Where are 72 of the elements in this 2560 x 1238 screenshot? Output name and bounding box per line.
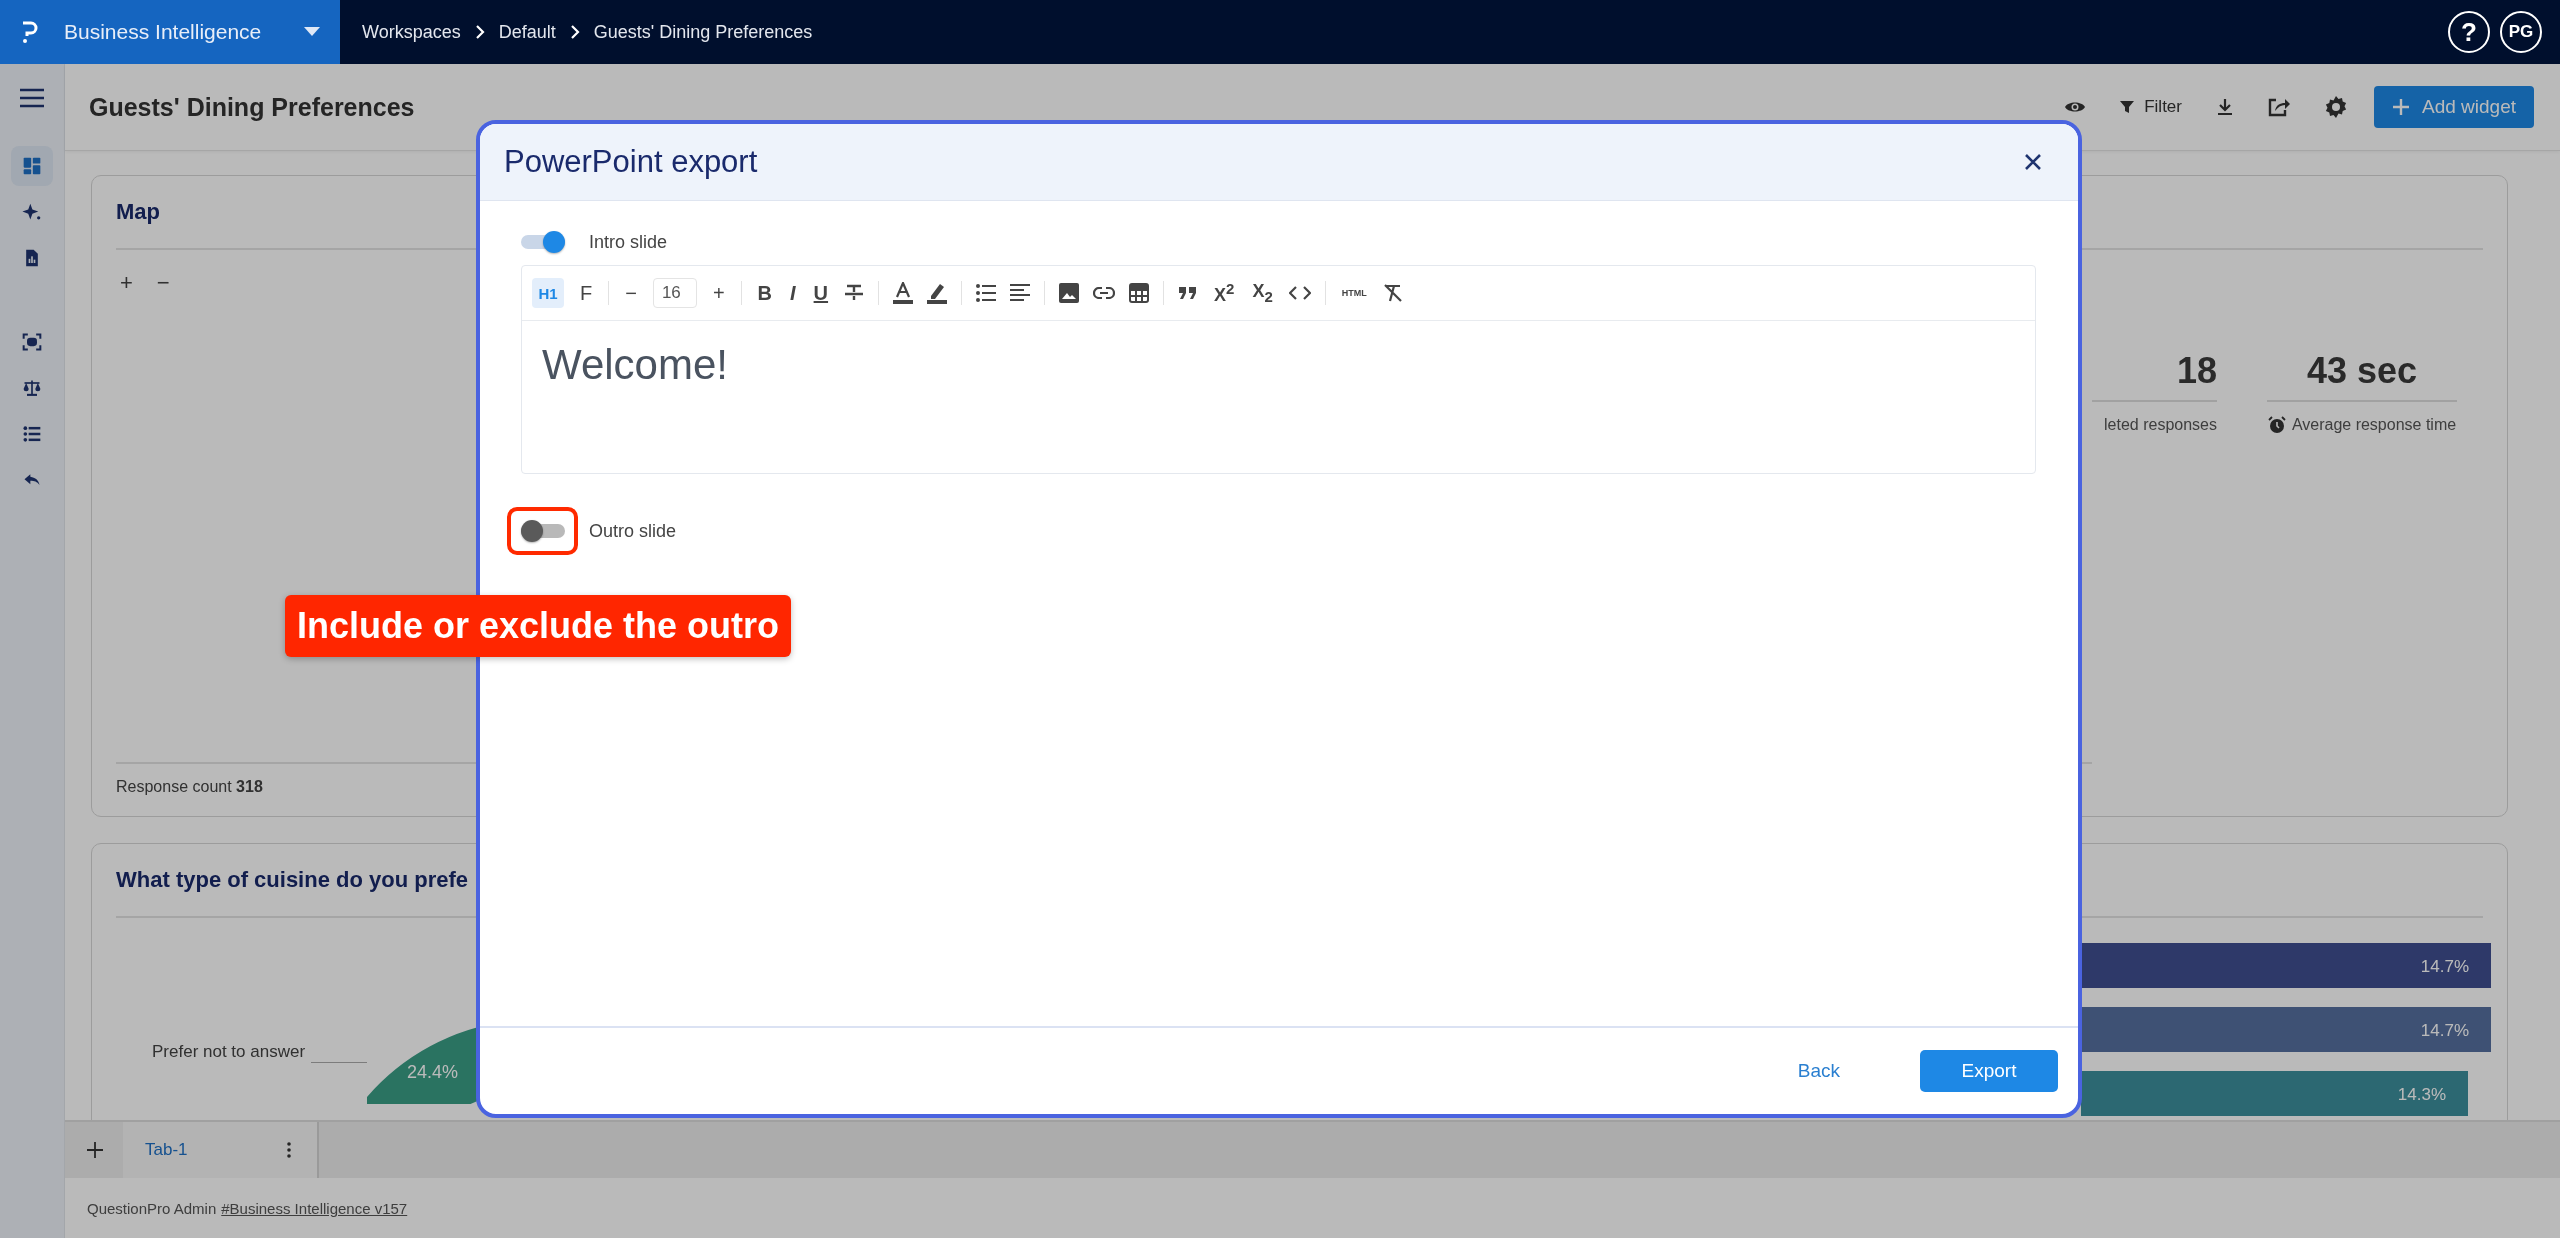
stat-label: Average response time	[2291, 416, 2457, 434]
more-icon[interactable]	[287, 1142, 291, 1158]
highlighter-icon[interactable]	[927, 282, 948, 304]
font-size-field[interactable]: 16	[652, 278, 697, 308]
quote-icon[interactable]	[1178, 286, 1199, 300]
caret-icon	[304, 27, 320, 37]
sidebar-item[interactable]	[11, 146, 53, 186]
align-left-icon[interactable]	[1010, 284, 1031, 302]
alarm-clock-icon	[2267, 416, 2286, 434]
version-link[interactable]: #Business Intelligence v157	[221, 1199, 408, 1217]
chevron-icon	[569, 24, 580, 40]
export-button[interactable]: Export	[1920, 1050, 2058, 1092]
slice-label: Prefer not to answer	[152, 1042, 306, 1062]
scan-icon	[22, 332, 42, 352]
list-icon	[22, 424, 42, 444]
code-icon[interactable]	[1288, 286, 1311, 300]
breadcrumb-link[interactable]: Default	[498, 21, 556, 43]
bar-value: 14.7%	[2420, 1021, 2469, 1040]
help-button[interactable]: ?	[2448, 11, 2490, 53]
stat-value: 43 sec	[2267, 350, 2457, 402]
subscript-button[interactable]: X$_{2}$	[1250, 278, 1275, 308]
font-button[interactable]: F	[578, 278, 595, 308]
sparkle-icon	[22, 202, 42, 222]
logo-icon	[20, 20, 40, 44]
filter-button[interactable]: Filter	[2120, 97, 2182, 117]
bullet-list-icon[interactable]	[976, 284, 997, 302]
superscript-button[interactable]: X$^{2}$	[1212, 278, 1237, 308]
bold-button[interactable]: B	[755, 278, 775, 308]
chevron-icon	[474, 24, 485, 40]
footer-text: QuestionPro Admin	[87, 1199, 217, 1217]
response-count: Response count 318	[116, 778, 263, 795]
image-icon[interactable]	[1059, 283, 1080, 303]
tab[interactable]: Tab-1	[123, 1122, 319, 1178]
highlight-frame	[507, 507, 578, 555]
stat-label: leted responses	[2104, 416, 2217, 434]
increase-size-button[interactable]: +	[710, 278, 727, 308]
clear-format-icon[interactable]	[1382, 283, 1403, 303]
breadcrumb-link[interactable]: Guests' Dining Preferences	[593, 21, 813, 43]
filter-icon	[2120, 100, 2135, 114]
toggle-label: Outro slide	[589, 520, 677, 542]
text-color-icon[interactable]	[893, 282, 914, 304]
annotation-callout: Include or exclude the outro	[285, 595, 792, 657]
toggle-label: Intro slide	[589, 231, 668, 253]
bar-value: 14.3%	[2397, 1085, 2446, 1104]
back-link[interactable]: Back	[1797, 1060, 1840, 1082]
table-icon[interactable]	[1129, 283, 1150, 303]
plus-icon	[2392, 98, 2410, 116]
zoom-out-button[interactable]: −	[152, 270, 174, 296]
page-title: Guests' Dining Preferences	[89, 92, 415, 122]
close-icon[interactable]	[2024, 153, 2042, 171]
settings-icon[interactable]	[2324, 95, 2348, 119]
share-icon[interactable]	[2268, 97, 2290, 117]
stat-value: 18	[2092, 350, 2217, 402]
download-icon[interactable]	[2216, 98, 2234, 116]
scale-icon	[22, 378, 42, 398]
italic-button[interactable]: I	[788, 278, 798, 308]
editor-text[interactable]: Welcome!	[522, 321, 2035, 473]
underline-button[interactable]: U	[811, 278, 831, 308]
decrease-size-button[interactable]: −	[623, 278, 639, 308]
zoom-in-button[interactable]: +	[116, 270, 137, 296]
menu-icon[interactable]	[19, 88, 45, 108]
leader-line	[311, 1062, 368, 1063]
user-avatar[interactable]: PG	[2500, 11, 2542, 53]
slice-value: 24.4%	[407, 1062, 459, 1083]
app-switcher[interactable]: Business Intelligence	[0, 0, 340, 64]
html-button[interactable]: HTML	[1339, 278, 1369, 308]
link-icon[interactable]	[1093, 287, 1116, 299]
add-tab-icon[interactable]	[87, 1142, 103, 1158]
bar-value: 14.7%	[2420, 957, 2469, 976]
strikethrough-icon[interactable]	[844, 283, 865, 303]
breadcrumb-link[interactable]: Workspaces	[362, 21, 461, 43]
dashboard-icon	[22, 156, 42, 176]
